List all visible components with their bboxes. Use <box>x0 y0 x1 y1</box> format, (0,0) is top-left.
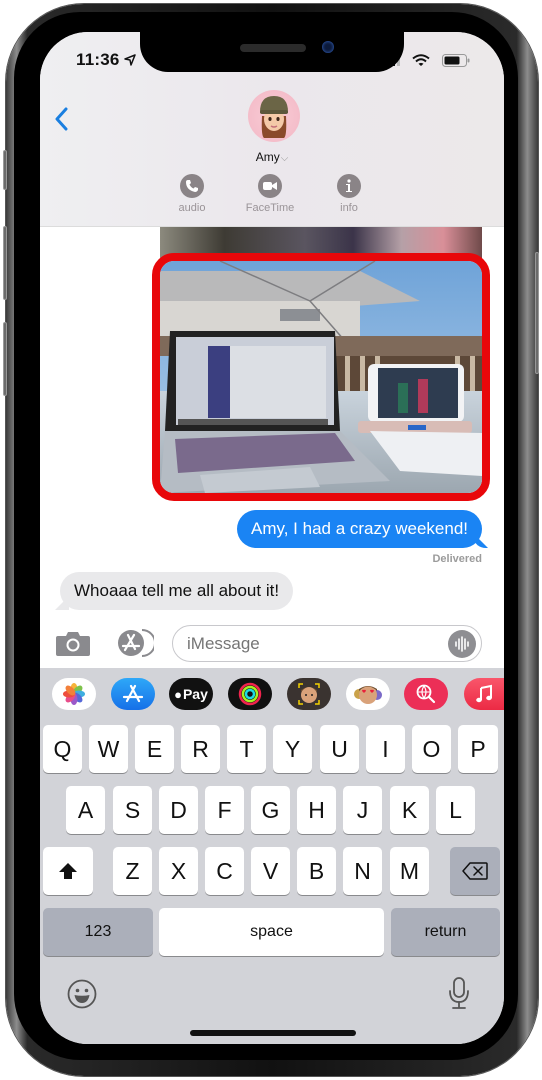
apple-pay-icon: ● <box>174 686 182 702</box>
memoji-avatar-icon <box>260 96 288 138</box>
key-f[interactable]: F <box>205 786 244 834</box>
volume-up-button <box>3 226 7 300</box>
apps-button[interactable] <box>114 628 154 658</box>
key-m[interactable]: M <box>390 847 429 895</box>
battery-icon <box>442 54 470 67</box>
key-j[interactable]: J <box>343 786 382 834</box>
imessage-input[interactable] <box>172 625 482 662</box>
memoji-icon <box>298 683 320 705</box>
incoming-message-text: Whoaaa tell me all about it! <box>74 581 280 600</box>
photos-icon <box>63 683 85 705</box>
audio-call-button[interactable]: audio <box>157 174 227 214</box>
delete-key[interactable] <box>450 847 500 895</box>
laptop-ipad-photo <box>160 261 482 493</box>
key-r[interactable]: R <box>181 725 220 773</box>
return-key[interactable]: return <box>391 908 500 956</box>
delivered-status: Delivered <box>432 553 482 565</box>
key-n[interactable]: N <box>343 847 382 895</box>
info-button[interactable]: info <box>314 174 384 214</box>
camera-button[interactable] <box>56 630 90 656</box>
app-memoji[interactable] <box>287 678 331 710</box>
globe-search-icon <box>416 684 436 704</box>
key-i[interactable]: I <box>366 725 405 773</box>
video-camera-icon <box>258 174 282 198</box>
key-p[interactable]: P <box>458 725 498 773</box>
keyboard-area: ● Pay Q W E R T Y U I O P A S D F G H J … <box>40 668 504 1044</box>
info-icon <box>337 174 361 198</box>
earpiece <box>240 44 306 52</box>
app-photos[interactable] <box>52 678 96 710</box>
activity-rings-icon <box>238 682 262 706</box>
app-store-icon <box>118 629 154 657</box>
key-o[interactable]: O <box>412 725 451 773</box>
app-store-icon <box>122 684 144 703</box>
camera-icon <box>56 632 90 656</box>
contact-name: Amy <box>255 150 280 164</box>
facetime-button[interactable]: FaceTime <box>235 174 305 214</box>
facetime-label: FaceTime <box>245 202 295 214</box>
app-images-search[interactable] <box>404 678 448 710</box>
home-indicator[interactable] <box>190 1030 356 1036</box>
emoji-smiley-icon <box>67 979 97 1009</box>
audio-waveform-icon <box>455 636 469 652</box>
info-label: info <box>340 202 358 214</box>
chevron-down-icon: ⌵ <box>280 153 289 164</box>
space-key[interactable]: space <box>159 908 384 956</box>
key-s[interactable]: S <box>113 786 152 834</box>
shift-key[interactable] <box>43 847 93 895</box>
numbers-key[interactable]: 123 <box>43 908 153 956</box>
music-icon <box>476 684 492 703</box>
key-b[interactable]: B <box>297 847 336 895</box>
volume-down-button <box>3 322 7 396</box>
key-t[interactable]: T <box>227 725 266 773</box>
contact-name-button[interactable]: Amy⌵ <box>40 150 504 164</box>
key-e[interactable]: E <box>135 725 174 773</box>
key-a[interactable]: A <box>66 786 105 834</box>
app-apple-pay[interactable]: ● Pay <box>169 678 213 710</box>
key-l[interactable]: L <box>436 786 475 834</box>
key-z[interactable]: Z <box>113 847 152 895</box>
conversation-header: 11:36 Amy⌵ audio FaceTime info <box>40 32 504 227</box>
delete-backspace-icon <box>462 862 488 880</box>
notch <box>140 32 404 72</box>
audio-message-button[interactable] <box>448 630 476 658</box>
app-store[interactable] <box>111 678 155 710</box>
outgoing-message-text: Amy, I had a crazy weekend! <box>250 519 468 538</box>
shift-icon <box>59 863 77 879</box>
mute-switch <box>3 150 7 190</box>
key-k[interactable]: K <box>390 786 429 834</box>
key-g[interactable]: G <box>251 786 290 834</box>
app-activity[interactable] <box>228 678 272 710</box>
screen: 11:36 Amy⌵ audio FaceTime info Amy, I ha… <box>40 32 504 1044</box>
front-camera <box>322 41 334 53</box>
key-q[interactable]: Q <box>43 725 82 773</box>
microphone-icon <box>449 977 469 1009</box>
app-memoji-stickers[interactable] <box>346 678 390 710</box>
dictation-button[interactable] <box>448 976 470 1010</box>
memoji-stickers-icon <box>354 686 382 704</box>
incoming-message-bubble[interactable]: Whoaaa tell me all about it! <box>60 572 294 610</box>
wifi-icon <box>412 54 430 66</box>
location-arrow-icon <box>124 54 136 66</box>
contact-avatar[interactable] <box>248 90 300 142</box>
key-h[interactable]: H <box>297 786 336 834</box>
key-y[interactable]: Y <box>273 725 312 773</box>
key-v[interactable]: V <box>251 847 290 895</box>
app-music[interactable] <box>464 678 504 710</box>
phone-icon <box>180 174 204 198</box>
side-button <box>535 252 539 374</box>
back-button[interactable] <box>52 106 72 132</box>
key-c[interactable]: C <box>205 847 244 895</box>
key-x[interactable]: X <box>159 847 198 895</box>
message-image-laptop-highlighted[interactable] <box>152 253 490 501</box>
key-w[interactable]: W <box>89 725 128 773</box>
key-d[interactable]: D <box>159 786 198 834</box>
outgoing-message-bubble[interactable]: Amy, I had a crazy weekend! <box>236 510 482 548</box>
emoji-button[interactable] <box>66 978 98 1010</box>
key-u[interactable]: U <box>320 725 359 773</box>
status-time: 11:36 <box>76 50 120 69</box>
apple-pay-label: Pay <box>182 686 208 702</box>
app-drawer: ● Pay <box>40 668 504 718</box>
audio-label: audio <box>178 202 206 214</box>
